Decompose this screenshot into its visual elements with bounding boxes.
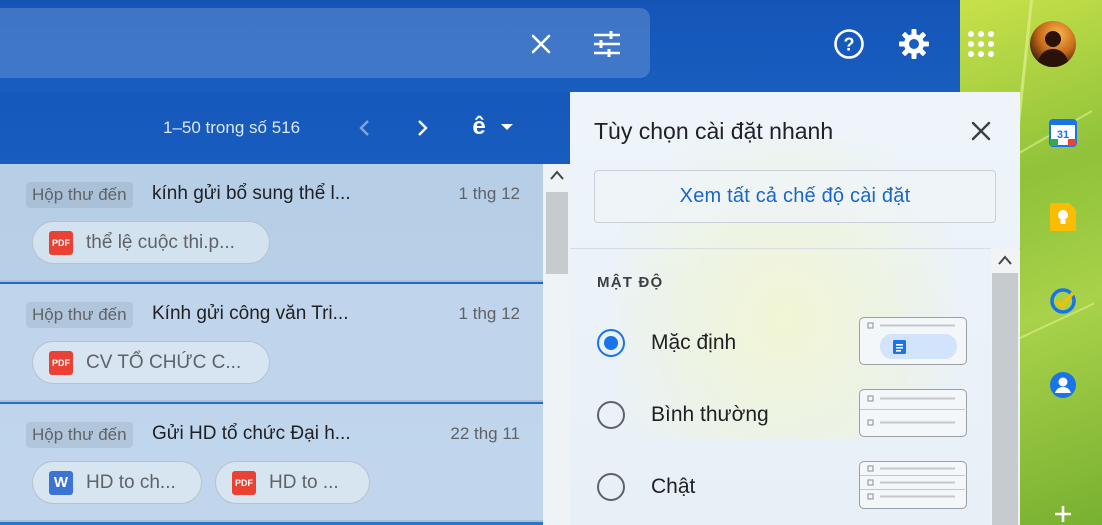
scroll-up-icon[interactable] [998,255,1012,265]
density-label: Mặc định [651,331,737,354]
mail-list-scrollbar[interactable] [543,164,571,525]
attachment-name: thể lệ cuộc thi.p... [86,231,235,253]
pdf-icon: PDF [49,350,73,375]
prev-page-icon[interactable] [352,116,376,140]
density-label: Bình thường [651,403,769,426]
inbox-label: Hộp thư đến [26,302,133,328]
inbox-label: Hộp thư đến [26,422,133,448]
density-option-default[interactable]: Mặc định [597,313,977,369]
svg-text:?: ? [844,35,855,55]
density-label: Chật [651,475,696,498]
mail-row[interactable]: Hộp thư đến Kính gửi công văn Tri... 1 t… [0,284,543,402]
mail-subject: Kính gửi công văn Tri... [152,303,349,324]
inbox-label: Hộp thư đến [26,182,133,208]
mail-row[interactable]: Hộp thư đến kính gửi bổ sung thể l... 1 … [0,164,543,282]
panel-title: Tùy chọn cài đặt nhanh [594,118,834,144]
density-default-preview [859,317,967,365]
settings-icon[interactable] [897,27,931,61]
mail-list: Hộp thư đến kính gửi bổ sung thể l... 1 … [0,164,543,525]
avatar[interactable] [1030,21,1076,67]
pagination-text: 1–50 trong số 516 [163,118,301,137]
radio-button[interactable] [597,473,625,501]
density-option-compact[interactable]: Chật [597,457,977,513]
tasks-icon[interactable] [1048,286,1078,316]
density-compact-preview [859,461,967,509]
mail-date: 1 thg 12 [458,304,520,323]
contacts-icon[interactable] [1048,370,1078,400]
scrollbar-thumb[interactable] [992,273,1018,525]
input-tools-button[interactable]: ê [466,112,492,142]
scroll-up-icon[interactable] [550,170,564,180]
view-all-settings-button[interactable]: Xem tất cả chế độ cài đặt [594,170,996,223]
attachment-chip[interactable]: PDF CV TỔ CHỨC C... [32,341,270,384]
panel-divider [570,248,1020,249]
radio-button[interactable] [597,401,625,429]
mail-subject: kính gửi bổ sung thể l... [152,183,351,204]
mail-date: 1 thg 12 [458,184,520,203]
attachment-chip[interactable]: W HD to ch... [32,461,202,504]
mail-date: 22 thg 11 [450,424,520,443]
scrollbar-thumb[interactable] [546,192,568,274]
pdf-icon: PDF [49,230,73,255]
add-icon[interactable] [1048,504,1078,524]
attachment-name: HD to ch... [86,471,176,493]
radio-button[interactable] [597,329,625,357]
calendar-icon[interactable]: 31 [1048,118,1078,148]
help-icon[interactable]: ? [832,27,866,61]
attachment-name: CV TỔ CHỨC C... [86,351,242,373]
pdf-icon: PDF [232,470,256,495]
attachment-chip[interactable]: PDF thể lệ cuộc thi.p... [32,221,270,264]
attachment-chip[interactable]: PDF HD to ... [215,461,370,504]
attachment-name: HD to ... [269,471,339,493]
density-option-comfortable[interactable]: Bình thường [597,385,977,441]
clear-search-icon[interactable] [526,29,556,59]
chevron-down-icon[interactable] [498,118,516,136]
density-section-title: MẬT ĐỘ [597,274,664,291]
apps-icon[interactable] [966,29,996,59]
word-doc-icon: W [49,470,73,495]
svg-text:31: 31 [1057,129,1069,141]
density-comfortable-preview [859,389,967,437]
keep-icon[interactable] [1048,202,1078,232]
mail-subject: Gửi HD tổ chức Đại h... [152,423,351,444]
search-options-icon[interactable] [590,28,624,60]
close-icon[interactable] [968,118,994,144]
mail-row[interactable]: Hộp thư đến Gửi HD tổ chức Đại h... 22 t… [0,404,543,522]
panel-scrollbar[interactable] [991,248,1019,525]
next-page-icon[interactable] [411,116,435,140]
